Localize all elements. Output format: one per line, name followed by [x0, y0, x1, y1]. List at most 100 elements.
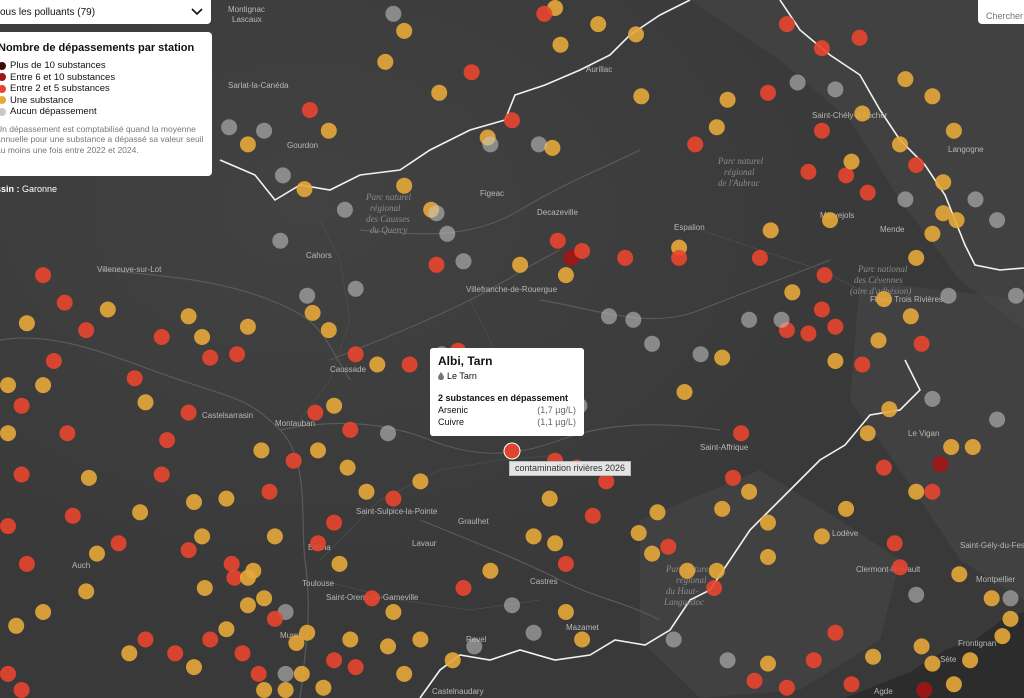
station-marker[interactable] — [854, 105, 871, 122]
station-marker[interactable] — [428, 205, 445, 222]
station-marker[interactable] — [859, 425, 876, 442]
station-marker[interactable] — [854, 356, 871, 373]
station-marker[interactable] — [504, 112, 520, 129]
station-marker[interactable] — [525, 528, 542, 545]
station-marker[interactable] — [439, 225, 456, 242]
station-marker[interactable] — [671, 249, 688, 266]
station-marker[interactable] — [741, 311, 758, 328]
station-marker[interactable] — [347, 346, 364, 363]
station-marker[interactable] — [908, 249, 925, 266]
station-marker[interactable] — [967, 191, 984, 208]
station-marker[interactable] — [760, 549, 776, 565]
station-marker[interactable] — [1002, 610, 1019, 627]
station-marker[interactable] — [892, 136, 908, 153]
station-marker[interactable] — [89, 545, 105, 562]
station-marker[interactable] — [296, 181, 313, 198]
station-marker[interactable] — [708, 562, 725, 579]
station-marker[interactable] — [336, 201, 353, 218]
station-marker[interactable] — [180, 308, 197, 325]
station-marker[interactable] — [935, 174, 952, 191]
station-marker[interactable] — [574, 631, 591, 648]
station-marker[interactable] — [983, 590, 1000, 607]
station-marker[interactable] — [153, 466, 170, 483]
station-marker[interactable] — [760, 514, 776, 531]
station-marker[interactable] — [385, 604, 402, 620]
station-marker[interactable] — [482, 136, 499, 153]
station-marker[interactable] — [293, 665, 310, 682]
station-marker[interactable] — [584, 507, 601, 524]
station-marker[interactable] — [601, 308, 617, 325]
station-marker[interactable] — [326, 514, 343, 531]
station-marker[interactable] — [401, 356, 418, 373]
station-marker[interactable] — [719, 652, 736, 669]
station-marker[interactable] — [385, 490, 402, 507]
station-marker[interactable] — [310, 442, 326, 459]
station-marker[interactable] — [234, 645, 251, 662]
station-marker[interactable] — [557, 555, 574, 572]
station-marker[interactable] — [541, 490, 558, 507]
station-marker[interactable] — [813, 528, 830, 545]
station-marker[interactable] — [194, 528, 211, 545]
station-marker[interactable] — [940, 287, 957, 304]
station-marker[interactable] — [80, 469, 97, 486]
station-marker[interactable] — [544, 139, 561, 156]
station-marker[interactable] — [870, 332, 887, 349]
station-marker[interactable] — [256, 590, 273, 607]
station-marker[interactable] — [822, 212, 838, 229]
station-marker[interactable] — [574, 243, 591, 259]
station-marker[interactable] — [913, 335, 930, 352]
station-marker[interactable] — [385, 5, 402, 22]
station-marker[interactable] — [892, 559, 908, 576]
station-marker[interactable] — [396, 665, 413, 682]
station-marker[interactable] — [816, 267, 833, 284]
station-marker[interactable] — [159, 432, 176, 449]
station-marker[interactable] — [132, 504, 149, 521]
station-marker[interactable] — [121, 645, 138, 662]
station-marker[interactable] — [339, 459, 356, 476]
station-marker[interactable] — [326, 397, 343, 414]
station-marker[interactable] — [504, 597, 520, 614]
station-marker[interactable] — [239, 569, 256, 586]
station-marker[interactable] — [714, 349, 731, 366]
station-marker[interactable] — [843, 676, 860, 693]
station-marker[interactable] — [326, 652, 343, 669]
station-marker[interactable] — [307, 404, 324, 421]
station-marker[interactable] — [827, 624, 844, 641]
station-marker[interactable] — [223, 555, 240, 572]
station-marker[interactable] — [45, 353, 62, 369]
station-marker[interactable] — [751, 249, 768, 266]
station-marker[interactable] — [800, 325, 817, 342]
station-marker[interactable] — [760, 655, 776, 672]
station-marker[interactable] — [813, 301, 830, 318]
station-marker[interactable] — [239, 318, 256, 335]
station-marker[interactable] — [256, 682, 273, 698]
station-marker[interactable] — [358, 483, 375, 500]
pollutant-select[interactable]: ous les polluants (79) — [0, 0, 211, 24]
station-marker[interactable] — [789, 74, 806, 91]
station-marker[interactable] — [180, 404, 197, 421]
station-marker[interactable] — [253, 442, 270, 459]
station-marker[interactable] — [741, 483, 758, 500]
station-marker[interactable] — [455, 253, 472, 270]
station-marker[interactable] — [218, 490, 235, 507]
station-marker[interactable] — [137, 631, 154, 648]
station-marker[interactable] — [897, 191, 914, 208]
station-marker[interactable] — [272, 232, 289, 249]
station-marker[interactable] — [126, 370, 143, 387]
station-marker[interactable] — [35, 377, 52, 394]
station-marker[interactable] — [377, 53, 394, 70]
station-marker[interactable] — [714, 500, 731, 517]
station-marker[interactable] — [665, 631, 682, 648]
station-marker[interactable] — [78, 322, 95, 339]
station-marker[interactable] — [0, 665, 16, 682]
station-marker[interactable] — [924, 483, 941, 500]
station-marker[interactable] — [875, 291, 892, 308]
station-marker[interactable] — [221, 119, 238, 136]
station-marker[interactable] — [363, 590, 380, 607]
station-marker[interactable] — [838, 167, 855, 184]
station-marker[interactable] — [482, 562, 499, 579]
station-marker[interactable] — [851, 29, 868, 46]
station-marker[interactable] — [557, 604, 574, 620]
station-marker[interactable] — [916, 682, 933, 698]
station-marker[interactable] — [186, 494, 202, 510]
